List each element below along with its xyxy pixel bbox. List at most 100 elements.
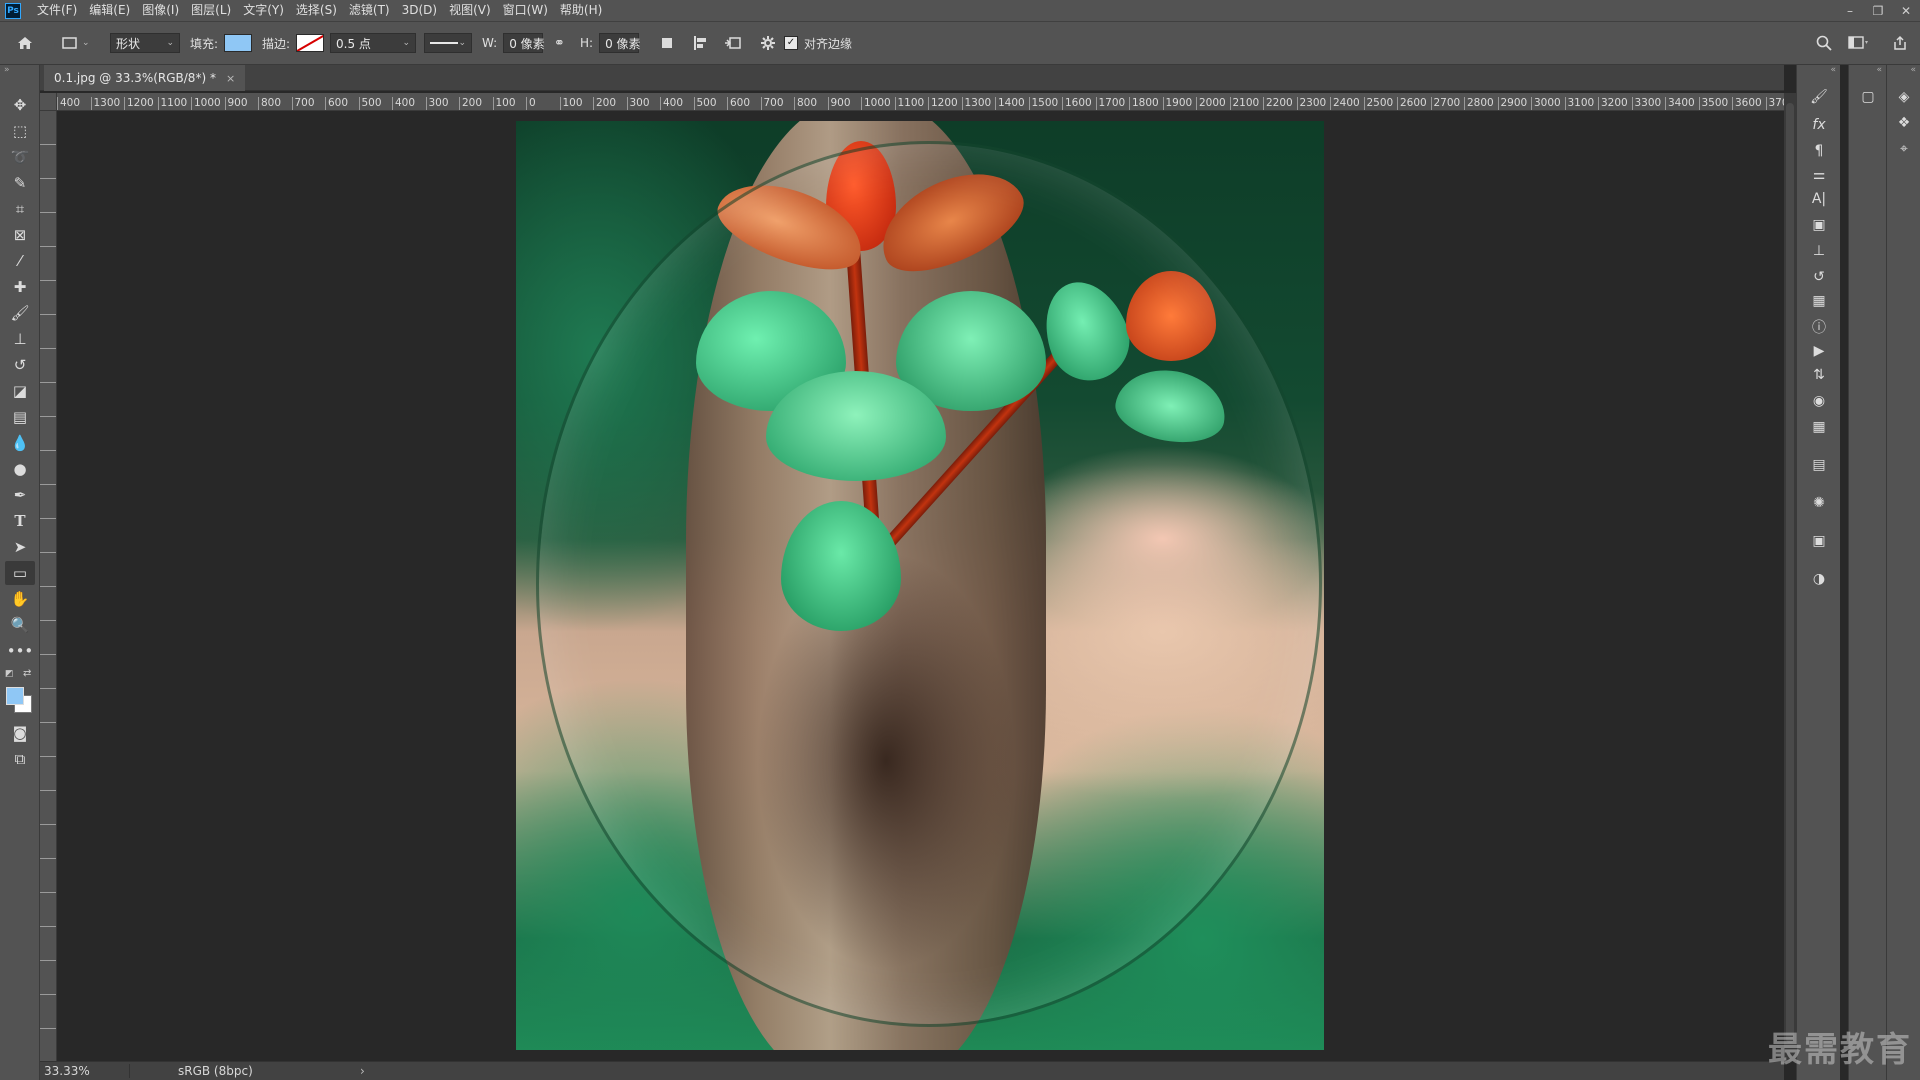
3d-icon[interactable]: ◉	[1807, 391, 1831, 411]
type-tool-icon[interactable]: T	[5, 509, 35, 533]
screen-mode-icon[interactable]: ⧉	[5, 747, 35, 771]
menu-help[interactable]: 帮助(H)	[554, 0, 608, 21]
layer-styles-icon[interactable]: fx	[1807, 115, 1831, 135]
gradient-tool-icon[interactable]: ▤	[5, 405, 35, 429]
close-icon[interactable]: ✕	[1892, 0, 1920, 21]
workspace-switcher-icon[interactable]	[1848, 32, 1870, 54]
libraries-icon[interactable]: ▦	[1807, 291, 1831, 311]
paths-icon[interactable]: ⌖	[1892, 139, 1916, 159]
collapse-panel-icon[interactable]: »	[4, 65, 10, 75]
horizontal-ruler[interactable]: 400 1300 1200 1100 1000 900 800 700 600 500 400 300…	[57, 93, 1784, 111]
brush-tool-icon[interactable]: 🖌	[5, 301, 35, 325]
minimize-icon[interactable]: –	[1836, 0, 1864, 21]
collapse-panel-icon[interactable]: «	[1876, 65, 1882, 75]
eyedropper-tool-icon[interactable]: ⁄	[5, 249, 35, 273]
scrollbar-thumb[interactable]	[1786, 103, 1794, 1043]
photoshop-logo-icon: Ps	[5, 2, 21, 19]
ruler-tick-label: 3100	[1564, 97, 1594, 110]
history-brush-tool-icon[interactable]: ↺	[5, 353, 35, 377]
gear-icon[interactable]	[760, 32, 776, 54]
stroke-swatch[interactable]	[296, 34, 325, 52]
clone-stamp-tool-icon[interactable]: ⊥	[5, 327, 35, 351]
menu-window[interactable]: 窗口(W)	[497, 0, 554, 21]
move-tool-icon[interactable]: ✥	[5, 93, 35, 117]
zoom-tool-icon[interactable]: 🔍	[5, 613, 35, 637]
tool-preset-picker[interactable]: ⌄	[62, 32, 90, 54]
search-icon[interactable]	[1816, 32, 1832, 54]
history-icon[interactable]: ↺	[1807, 267, 1831, 287]
rectangle-tool-icon[interactable]: ▭	[5, 561, 35, 585]
paragraph-icon[interactable]: ¶	[1807, 141, 1831, 161]
stroke-width-input[interactable]: 0.5 点 ⌄	[330, 33, 416, 53]
menu-filter[interactable]: 滤镜(T)	[343, 0, 396, 21]
status-expand-icon[interactable]: ›	[360, 1064, 365, 1078]
menu-file[interactable]: 文件(F)	[31, 0, 83, 21]
width-input[interactable]: 0 像素	[503, 33, 545, 53]
dodge-tool-icon[interactable]: ●	[5, 457, 35, 481]
menu-image[interactable]: 图像(I)	[136, 0, 185, 21]
channels-icon[interactable]: ▣	[1807, 215, 1831, 235]
zoom-level[interactable]: 33.33%	[40, 1064, 130, 1078]
height-input[interactable]: 0 像素	[599, 33, 641, 53]
clone-source-icon[interactable]: ⊥	[1807, 241, 1831, 261]
foreground-color-swatch[interactable]	[6, 687, 24, 705]
marquee-tool-icon[interactable]: ⬚	[5, 119, 35, 143]
menu-layer[interactable]: 图层(L)	[185, 0, 237, 21]
swap-colors-icon[interactable]: ⇄	[23, 668, 31, 679]
properties-icon[interactable]: ✺	[1807, 493, 1831, 513]
vertical-scrollbar[interactable]	[1784, 93, 1796, 1061]
menu-3d[interactable]: 3D(D)	[396, 0, 443, 21]
menu-type[interactable]: 文字(Y)	[237, 0, 290, 21]
quick-selection-tool-icon[interactable]: ✎	[5, 171, 35, 195]
swatches-icon[interactable]: ▢	[1856, 87, 1880, 107]
restore-icon[interactable]: ❐	[1864, 0, 1892, 21]
default-colors-icon[interactable]: ◩	[5, 669, 14, 679]
align-edges-checkbox[interactable]: ✓ 对齐边缘	[784, 32, 852, 54]
pen-tool-icon[interactable]: ✒	[5, 483, 35, 507]
checkbox-check-icon[interactable]: ✓	[784, 36, 798, 50]
path-arrangement-icon[interactable]	[724, 32, 742, 54]
healing-brush-tool-icon[interactable]: ✚	[5, 275, 35, 299]
measurement-log-icon[interactable]: ▦	[1807, 417, 1831, 437]
actions-icon[interactable]: ▶	[1807, 341, 1831, 361]
frame-tool-icon[interactable]: ⊠	[5, 223, 35, 247]
fill-swatch[interactable]	[224, 34, 253, 52]
document-tab[interactable]: 0.1.jpg @ 33.3%(RGB/8*) * ×	[44, 65, 246, 91]
vertical-ruler[interactable]	[40, 111, 57, 1061]
more-tools-icon[interactable]: •••	[5, 639, 35, 663]
path-selection-tool-icon[interactable]: ➤	[5, 535, 35, 559]
brush-settings-icon[interactable]: 🖌	[1807, 87, 1831, 107]
hand-tool-icon[interactable]: ✋	[5, 587, 35, 611]
path-operations-icon[interactable]	[660, 32, 674, 54]
home-icon[interactable]	[16, 32, 34, 54]
notes-icon[interactable]: ▤	[1807, 455, 1831, 475]
crop-tool-icon[interactable]: ⌗	[5, 197, 35, 221]
ruler-tick-label: 2800	[1464, 97, 1494, 110]
stroke-type-picker[interactable]: ⌄	[424, 32, 472, 54]
tool-mode-select[interactable]: 形状 ⌄	[110, 32, 180, 54]
menu-view[interactable]: 视图(V)	[443, 0, 497, 21]
path-alignment-icon[interactable]	[692, 32, 708, 54]
channels-panel-icon[interactable]: ❖	[1892, 113, 1916, 133]
collapse-panel-icon[interactable]: «	[1830, 65, 1836, 75]
quick-mask-icon[interactable]: ◙	[5, 721, 35, 745]
menu-edit[interactable]: 编辑(E)	[83, 0, 136, 21]
blur-tool-icon[interactable]: 💧	[5, 431, 35, 455]
adjustments-icon[interactable]: ⚌	[1807, 165, 1831, 185]
character-icon[interactable]: A|	[1807, 189, 1831, 209]
info-icon[interactable]: ⓘ	[1807, 317, 1831, 337]
share-icon[interactable]	[1892, 32, 1908, 54]
document-image[interactable]	[516, 121, 1324, 1050]
canvas-area[interactable]	[57, 111, 1784, 1061]
layers-icon[interactable]: ◈	[1892, 87, 1916, 107]
timeline-icon[interactable]: ⇅	[1807, 365, 1831, 385]
navigator-icon[interactable]: ▣	[1807, 531, 1831, 551]
lasso-tool-icon[interactable]: ➰	[5, 145, 35, 169]
menu-select[interactable]: 选择(S)	[290, 0, 343, 21]
close-tab-icon[interactable]: ×	[226, 72, 235, 85]
eraser-tool-icon[interactable]: ◪	[5, 379, 35, 403]
tool-mode-dropdown[interactable]: 形状 ⌄	[110, 33, 180, 53]
link-icon[interactable]: ⚭	[554, 32, 565, 54]
collapse-panel-icon[interactable]: «	[1910, 65, 1916, 75]
color-icon[interactable]: ◑	[1807, 569, 1831, 589]
